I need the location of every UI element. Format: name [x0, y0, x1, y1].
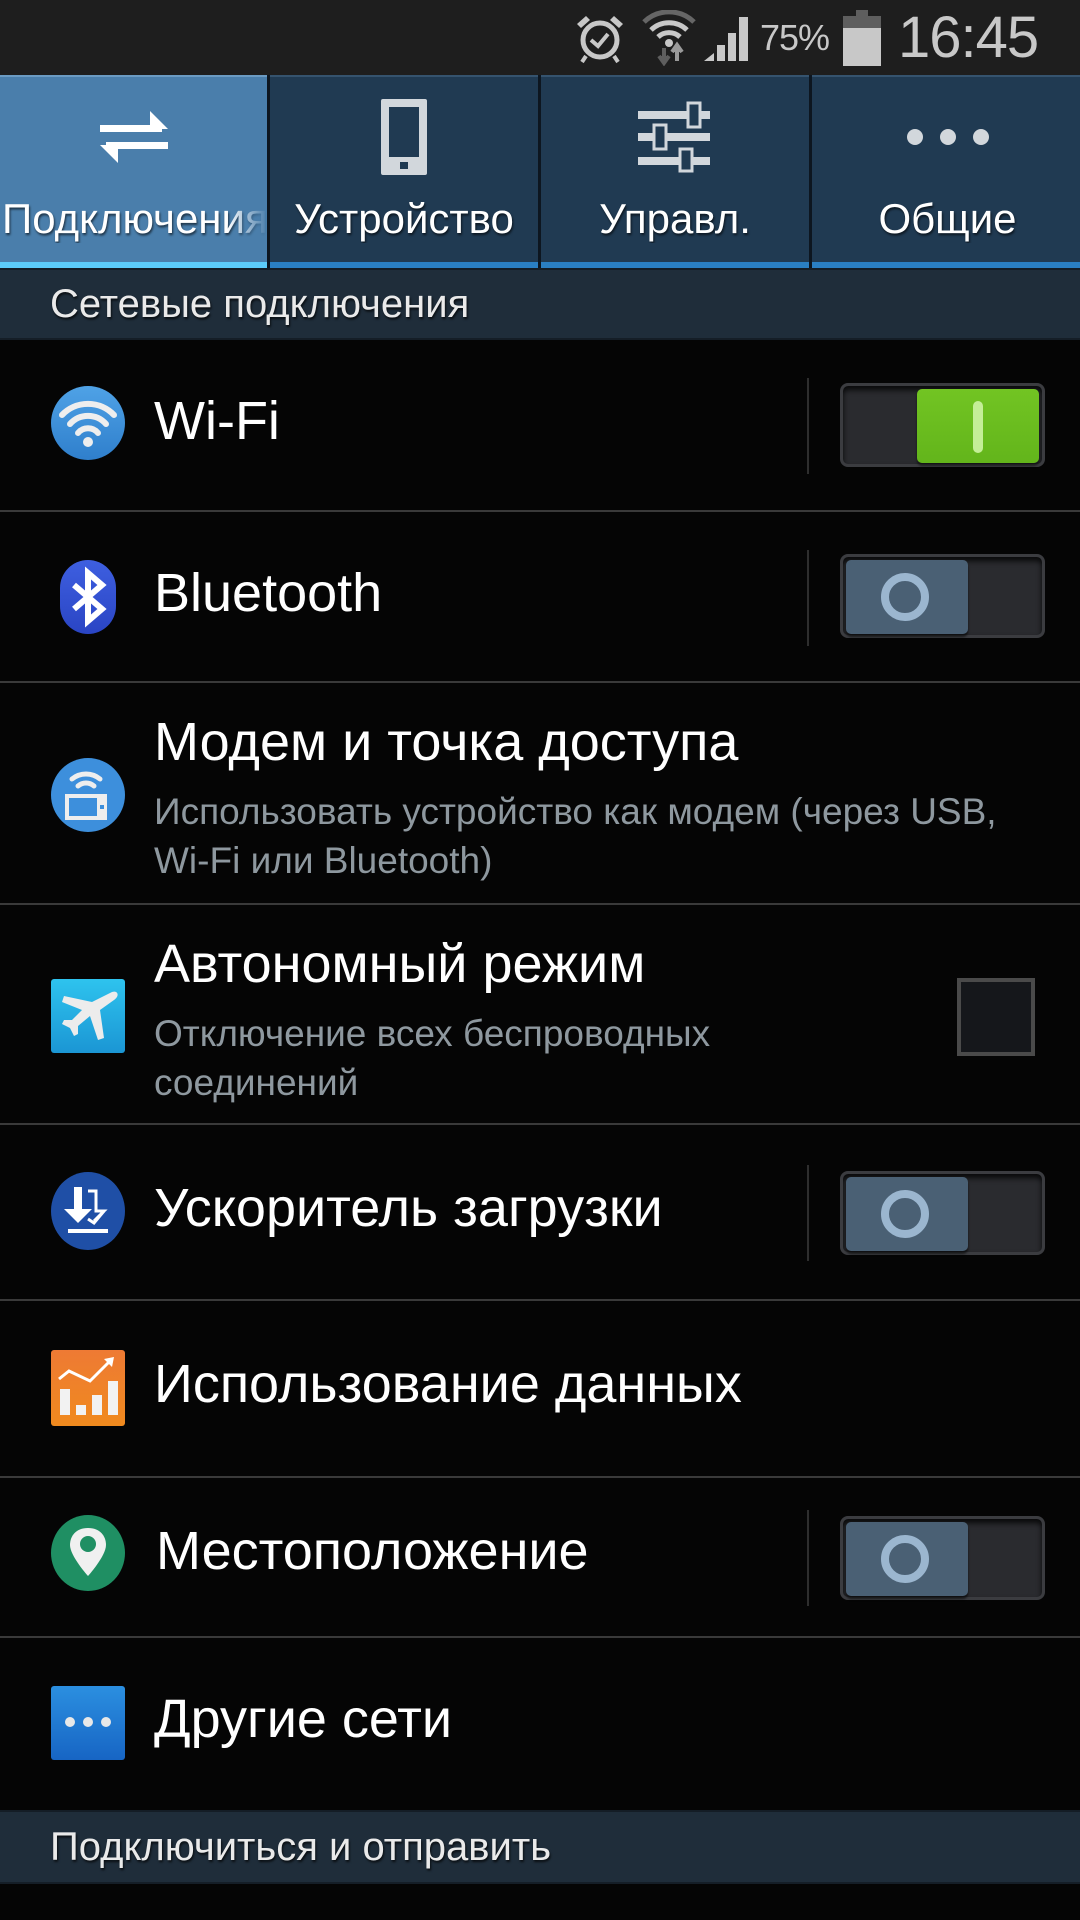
- section-header-connect-and-share: Подключиться и отправить: [0, 1810, 1080, 1884]
- location-pin-icon: [49, 1514, 127, 1592]
- tab-controls[interactable]: Управл.: [541, 75, 809, 268]
- row-title: Ускоритель загрузки: [154, 1178, 663, 1238]
- bluetooth-icon: [49, 558, 127, 636]
- toggle-thumb: [846, 1522, 968, 1596]
- divider: [807, 550, 809, 646]
- controls-sliders-icon: [630, 97, 720, 177]
- connections-icon: [89, 97, 179, 177]
- tab-label: Управл.: [599, 195, 751, 242]
- toggle-thumb: [846, 560, 968, 634]
- tab-general[interactable]: Общие: [812, 75, 1080, 268]
- row-title: Автономный режим: [154, 934, 646, 994]
- download-booster-toggle[interactable]: [840, 1171, 1045, 1255]
- more-networks-icon: [49, 1684, 127, 1762]
- row-title: Bluetooth: [154, 563, 383, 623]
- data-usage-icon: [49, 1349, 127, 1427]
- battery-icon: [843, 0, 881, 75]
- section-header-network-connections: Сетевые подключения: [0, 268, 1080, 340]
- setting-row-other-networks[interactable]: Другие сети: [0, 1638, 1080, 1810]
- signal-icon: [704, 0, 754, 75]
- tethering-hotspot-icon: [49, 756, 127, 834]
- list-continuation: [0, 1884, 1080, 1920]
- clock: 16:45: [898, 5, 1039, 70]
- device-icon: [359, 97, 449, 177]
- airplane-icon: [49, 977, 127, 1055]
- row-title: Другие сети: [154, 1689, 453, 1749]
- wifi-icon: [49, 384, 127, 462]
- row-title: Использование данных: [154, 1354, 742, 1414]
- alarm-icon: [574, 0, 626, 75]
- divider: [807, 1510, 809, 1606]
- wifi-data-icon: [642, 0, 696, 75]
- divider: [807, 378, 809, 474]
- location-toggle[interactable]: [840, 1516, 1045, 1600]
- setting-row-download-booster[interactable]: Ускоритель загрузки: [0, 1125, 1080, 1301]
- bluetooth-toggle[interactable]: [840, 554, 1045, 638]
- setting-row-airplane-mode[interactable]: Автономный режим Отключение всех беспров…: [0, 905, 1080, 1125]
- row-subtitle: Использовать устройство как модем (через…: [154, 791, 997, 881]
- tab-label: Устройство: [294, 195, 514, 242]
- setting-row-tethering[interactable]: Модем и точка доступа Использовать устро…: [0, 683, 1080, 905]
- row-title: Местоположение: [156, 1521, 589, 1581]
- download-booster-icon: [49, 1172, 127, 1250]
- tab-device[interactable]: Устройство: [270, 75, 538, 268]
- setting-row-bluetooth[interactable]: Bluetooth: [0, 512, 1080, 683]
- row-subtitle: Отключение всех беспроводных соединений: [154, 1013, 711, 1103]
- toggle-thumb: [846, 1177, 968, 1251]
- divider: [807, 1165, 809, 1261]
- settings-tabs: Подключения Устройство Управл. Общие: [0, 75, 1080, 268]
- toggle-thumb: [917, 389, 1039, 463]
- airplane-mode-checkbox[interactable]: [957, 978, 1035, 1056]
- setting-row-data-usage[interactable]: Использование данных: [0, 1301, 1080, 1478]
- tab-label: Общие: [878, 195, 1017, 242]
- row-title: Wi-Fi: [154, 391, 280, 451]
- status-bar: 75% 16:45: [0, 0, 1080, 75]
- setting-row-wifi[interactable]: Wi-Fi: [0, 340, 1080, 512]
- tab-label: Подключения: [2, 195, 267, 242]
- row-title: Модем и точка доступа: [154, 712, 739, 772]
- wifi-toggle[interactable]: [840, 383, 1045, 467]
- more-dots-icon: [903, 97, 993, 177]
- setting-row-location[interactable]: Местоположение: [0, 1478, 1080, 1638]
- tab-connections[interactable]: Подключения: [0, 75, 267, 268]
- battery-percent: 75%: [760, 16, 830, 58]
